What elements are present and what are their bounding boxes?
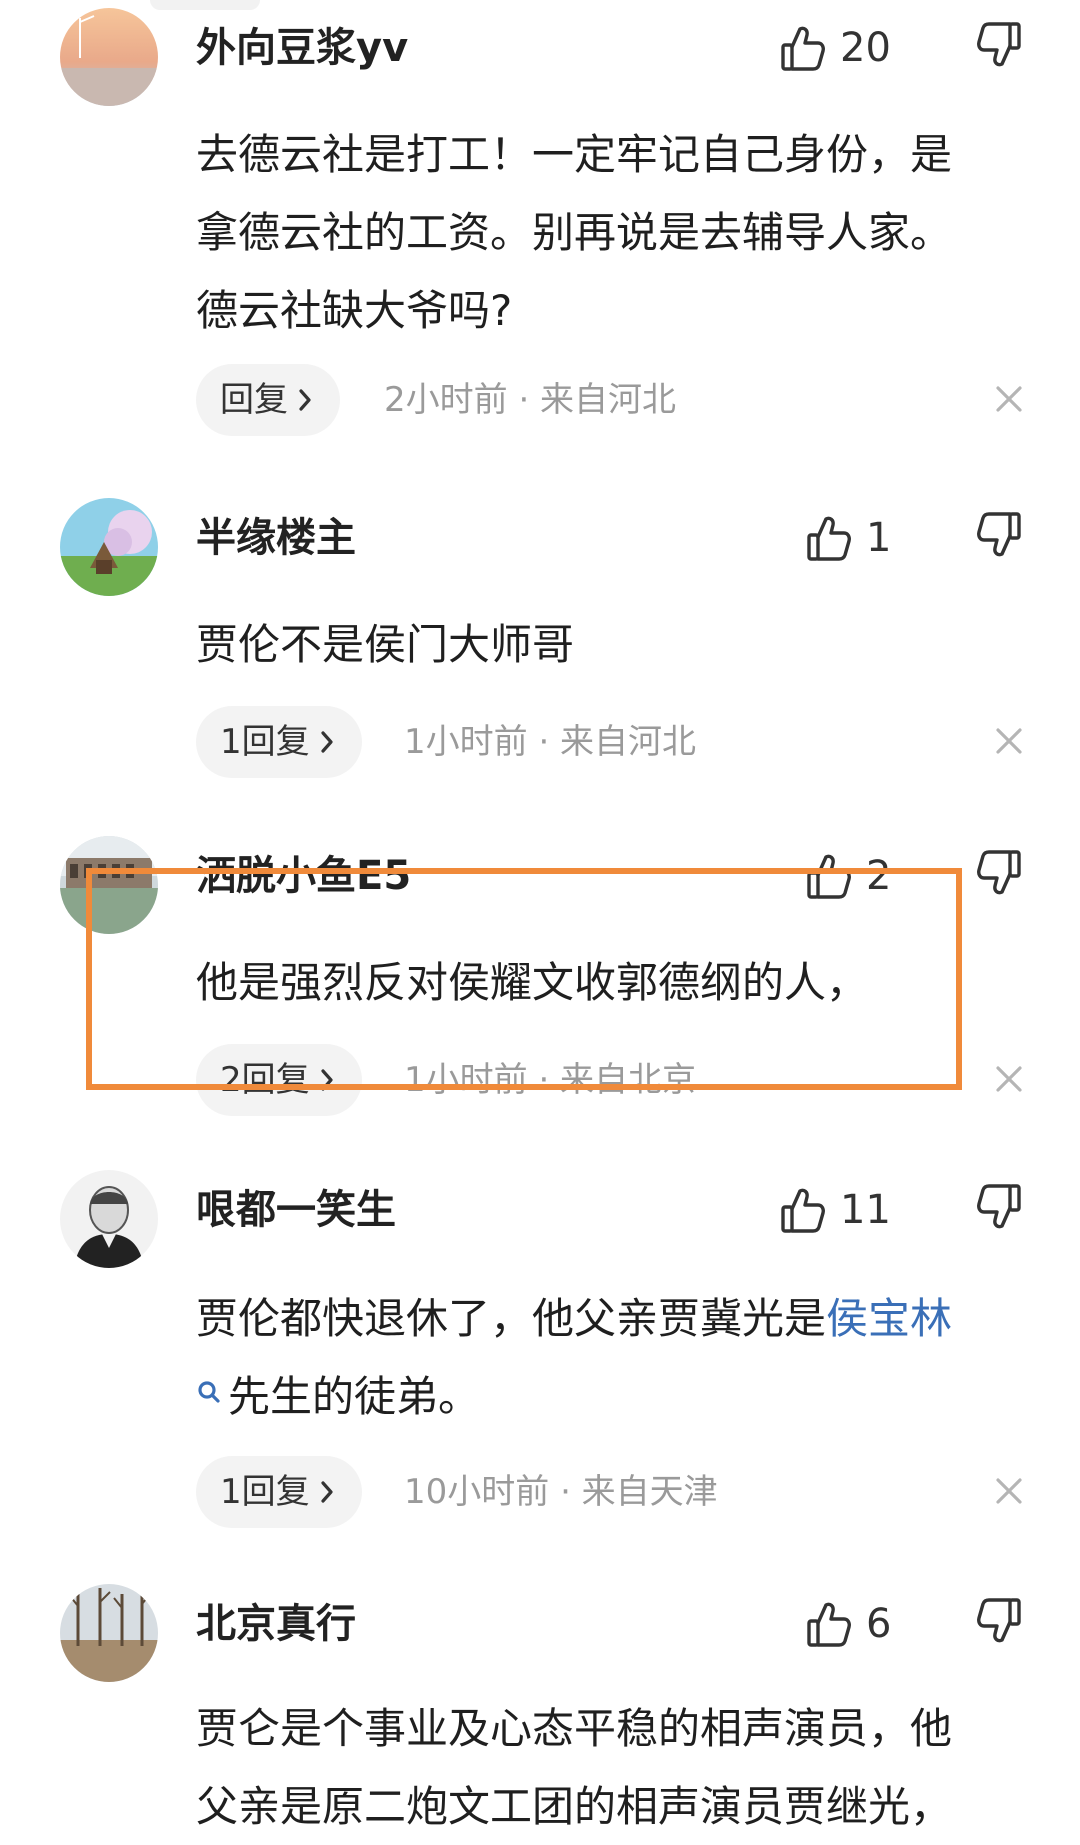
avatar[interactable] (60, 1170, 158, 1268)
reply-button[interactable]: 1回复 (196, 706, 362, 778)
thumbs-down-icon (977, 512, 1021, 557)
reply-label: 1回复 (220, 1472, 310, 1512)
like-count: 11 (840, 1187, 891, 1233)
thumbs-up-icon (807, 516, 851, 561)
search-icon[interactable] (196, 1379, 222, 1409)
username[interactable]: 北京真行 (196, 1600, 356, 1648)
close-icon (996, 728, 1022, 754)
comment-text-line: 贾伦都快退休了，他父亲贾冀光是侯宝林 (196, 1280, 1036, 1358)
dismiss-button[interactable] (992, 1062, 1026, 1096)
comment-text: 贾伦不是侯门大师哥 (196, 606, 1036, 684)
close-icon (996, 386, 1022, 412)
like-button[interactable]: 11 (780, 1182, 891, 1238)
comment-text: 贾伦都快退休了，他父亲贾冀光是侯宝林 先生的徒弟。 (196, 1280, 1036, 1436)
comment-text: 他是强烈反对侯耀文收郭德纲的人， (196, 944, 1036, 1022)
thumbs-up-icon (807, 854, 851, 899)
comment-text-segment: 贾伦都快退休了，他父亲贾冀光是 (196, 1294, 827, 1343)
comment-text-line: 先生的徒弟。 (196, 1358, 1036, 1436)
comment-text-line: 贾仑是个事业及心态平稳的相声演员，他 (196, 1704, 953, 1753)
thumbs-down-icon (977, 1598, 1021, 1643)
comment-text: 贾仑是个事业及心态平稳的相声演员，他 父亲是原二炮文工团的相声演员贾继光， (196, 1690, 1036, 1845)
close-icon (996, 1066, 1022, 1092)
comment-text-line: 他是强烈反对侯耀文收郭德纲的人， (196, 958, 869, 1007)
username[interactable]: 外向豆浆yv (196, 24, 408, 72)
avatar[interactable] (60, 8, 158, 106)
thumbs-up-icon (781, 26, 825, 71)
like-count: 1 (866, 515, 892, 561)
dislike-button[interactable] (976, 1182, 1024, 1238)
avatar[interactable] (60, 1584, 158, 1682)
comment-meta: 2小时前 · 来自河北 (384, 380, 677, 420)
reply-label: 2回复 (220, 1060, 310, 1100)
username[interactable]: 半缘楼主 (196, 514, 356, 562)
comment-text-segment: 先生的徒弟。 (228, 1372, 481, 1421)
like-count: 6 (866, 1601, 892, 1647)
reply-button[interactable]: 回复 (196, 364, 340, 436)
chevron-right-icon (321, 1481, 333, 1503)
thumbs-down-icon (977, 850, 1021, 895)
comment-meta: 1小时前 · 来自河北 (404, 722, 697, 762)
comment-text-line: 德云社缺大爷吗? (196, 286, 513, 335)
chevron-right-icon (299, 389, 311, 411)
like-button[interactable]: 1 (806, 510, 891, 566)
like-count: 2 (866, 853, 892, 899)
close-icon (996, 1478, 1022, 1504)
top-divider (150, 0, 260, 10)
like-count: 20 (840, 25, 891, 71)
chevron-right-icon (321, 1069, 333, 1091)
reply-label: 1回复 (220, 722, 310, 762)
avatar[interactable] (60, 498, 158, 596)
thumbs-down-icon (977, 22, 1021, 67)
comment-text: 去德云社是打工！一定牢记自己身份，是 拿德云社的工资。别再说是去辅导人家。 德云… (196, 116, 1036, 350)
mention-link[interactable]: 侯宝林 (826, 1294, 952, 1343)
thumbs-up-icon (781, 1188, 825, 1233)
comment-text-line: 去德云社是打工！一定牢记自己身份，是 (196, 130, 953, 179)
reply-button[interactable]: 2回复 (196, 1044, 362, 1116)
dismiss-button[interactable] (992, 724, 1026, 758)
comment-text-line: 父亲是原二炮文工团的相声演员贾继光， (196, 1782, 953, 1831)
like-button[interactable]: 20 (780, 20, 891, 76)
dismiss-button[interactable] (992, 1474, 1026, 1508)
dislike-button[interactable] (976, 510, 1024, 566)
dislike-button[interactable] (976, 1596, 1024, 1652)
thumbs-down-icon (977, 1184, 1021, 1229)
like-button[interactable]: 2 (806, 848, 891, 904)
reply-label: 回复 (220, 380, 288, 420)
dismiss-button[interactable] (992, 382, 1026, 416)
chevron-right-icon (321, 731, 333, 753)
like-button[interactable]: 6 (806, 1596, 891, 1652)
comment-text-line: 拿德云社的工资。别再说是去辅导人家。 (196, 208, 953, 257)
comment-feed: 外向豆浆yv 20 去德云社是打工！一定牢记自己身份，是 拿德云社的工资。别再说… (0, 0, 1080, 1845)
comment-meta: 1小时前 · 来自北京 (404, 1060, 697, 1100)
comment-text-line: 贾伦不是侯门大师哥 (196, 620, 575, 669)
thumbs-up-icon (807, 1602, 851, 1647)
avatar[interactable] (60, 836, 158, 934)
dislike-button[interactable] (976, 848, 1024, 904)
username[interactable]: 哏都一笑生 (196, 1186, 396, 1234)
comment-meta: 10小时前 · 来自天津 (404, 1472, 718, 1512)
username[interactable]: 洒脱小鱼E5 (196, 852, 411, 900)
dislike-button[interactable] (976, 20, 1024, 76)
reply-button[interactable]: 1回复 (196, 1456, 362, 1528)
